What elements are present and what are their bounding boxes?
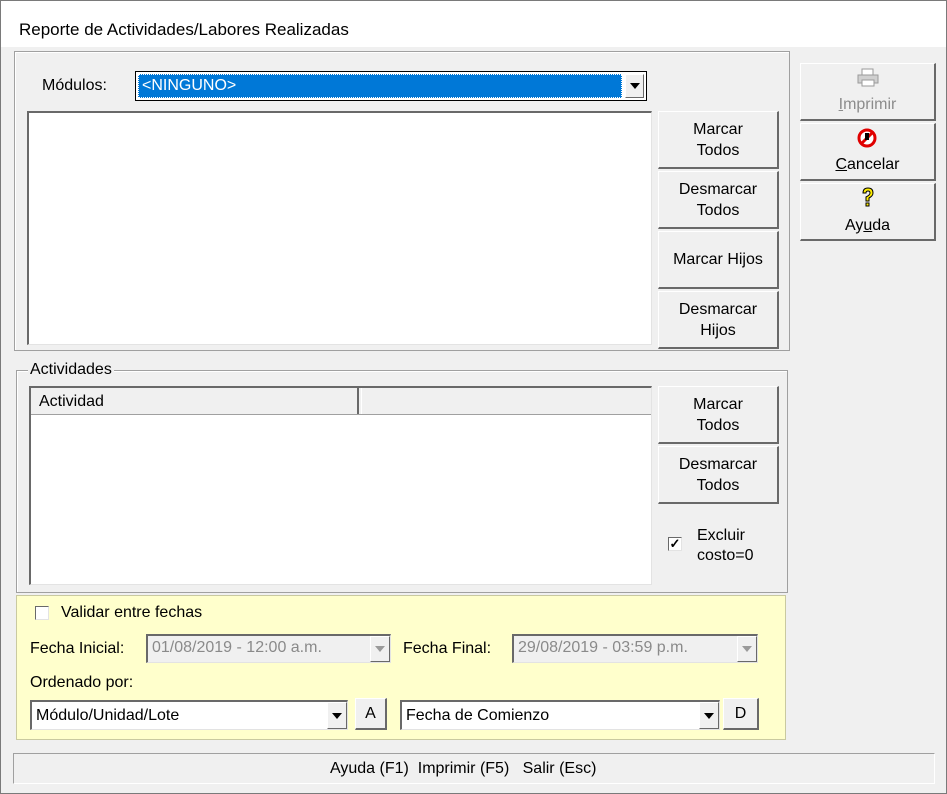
stop-icon [857,128,877,148]
chevron-down-icon [704,712,714,719]
modulos-desmarcar-hijos-button[interactable]: Desmarcar Hijos [658,291,779,349]
fecha-inicial-picker[interactable]: 01/08/2019 - 12:00 a.m. [146,634,391,663]
column-header-label: Actividad [39,393,104,410]
label-part: mprimir [843,96,897,113]
orden1-dropdown[interactable] [327,702,347,729]
btn-line: Todos [696,476,740,494]
excluir-costo-label: Excluir costo=0 [697,526,753,566]
fecha-final-dropdown[interactable] [737,636,757,662]
btn-line: Todos [696,141,740,159]
actividades-group-label: Actividades [28,361,114,379]
btn-line: Desmarcar [678,455,758,473]
label-part: Ay [844,217,864,234]
label-line: Excluir [697,527,746,544]
title-bar: Reporte de Actividades/Labores Realizada… [1,1,946,47]
orden2-direction-button[interactable]: D [723,698,759,730]
modulos-dropdown-button[interactable] [625,74,644,98]
btn-line: Todos [696,201,740,219]
label-line: costo=0 [697,547,754,564]
btn-line: Todos [696,416,740,434]
column-header-empty[interactable] [361,388,651,414]
modulos-desmarcar-todos-button[interactable]: Desmarcar Todos [658,171,779,229]
cancelar-label: Cancelar [835,156,899,173]
orden2-combo[interactable]: Fecha de Comienzo [400,700,720,730]
question-mark-icon [861,187,874,207]
cancelar-button[interactable]: Cancelar [800,123,936,181]
btn-line: Desmarcar [678,180,758,198]
chevron-down-icon [742,646,752,652]
btn-line: Marcar Hijos [673,251,763,268]
printer-icon [857,68,878,87]
fecha-final-label: Fecha Final: [403,640,492,657]
accelerator-key: C [835,156,848,173]
orden2-value: Fecha de Comienzo [406,707,550,724]
fecha-inicial-value: 01/08/2019 - 12:00 a.m. [152,639,322,656]
fecha-inicial-label: Fecha Inicial: [30,640,125,657]
orden1-combo[interactable]: Módulo/Unidad/Lote [30,700,348,730]
direction-label: D [734,705,747,722]
actividades-list[interactable]: Actividad [29,386,652,585]
status-bar: Ayuda (F1) Imprimir (F5) Salir (Esc) [13,753,935,784]
fecha-inicial-dropdown[interactable] [370,636,390,662]
btn-line: Marcar [693,395,743,413]
window-title: Reporte de Actividades/Labores Realizada… [19,20,349,39]
label-part: ancelar [847,156,900,173]
btn-line: Marcar [693,120,743,138]
ordenado-por-label: Ordenado por: [30,674,134,691]
imprimir-button[interactable]: Imprimir [800,63,936,121]
actividades-marcar-todos-button[interactable]: Marcar Todos [658,386,779,444]
btn-line: Desmarcar [678,300,758,318]
modulos-label: Módulos: [42,77,107,94]
imprimir-label: Imprimir [839,96,897,113]
fecha-final-picker[interactable]: 29/08/2019 - 03:59 p.m. [512,634,758,663]
accelerator-key: u [863,217,873,234]
list-header: Actividad [31,388,651,415]
chevron-down-icon [332,712,342,719]
orden2-dropdown[interactable] [699,702,719,729]
ayuda-button[interactable]: Ayuda [800,183,936,241]
validar-fechas-label: Validar entre fechas [61,604,203,621]
modulos-combo-selection: <NINGUNO> [138,74,622,98]
chevron-down-icon [629,83,640,89]
btn-line: Hijos [700,321,736,339]
validar-fechas-checkbox[interactable] [35,606,49,620]
report-window: Reporte de Actividades/Labores Realizada… [0,0,947,794]
ayuda-label: Ayuda [845,217,890,234]
status-text: Ayuda (F1) Imprimir (F5) Salir (Esc) [330,760,597,777]
modulos-marcar-todos-button[interactable]: Marcar Todos [658,111,779,169]
orden1-direction-button[interactable]: A [355,698,387,730]
modulos-combo[interactable]: <NINGUNO> [135,71,647,101]
chevron-down-icon [375,646,385,652]
fecha-final-value: 29/08/2019 - 03:59 p.m. [518,639,688,656]
column-header-actividad[interactable]: Actividad [31,388,359,414]
actividades-desmarcar-todos-button[interactable]: Desmarcar Todos [658,446,779,504]
orden1-value: Módulo/Unidad/Lote [36,707,180,724]
label-part: da [872,217,891,234]
direction-label: A [365,705,376,722]
modulos-marcar-hijos-button[interactable]: Marcar Hijos [658,231,779,289]
modulos-tree[interactable] [27,111,652,345]
modulos-combo-value: <NINGUNO> [142,77,237,94]
excluir-costo-checkbox[interactable]: ✓ [668,537,682,551]
